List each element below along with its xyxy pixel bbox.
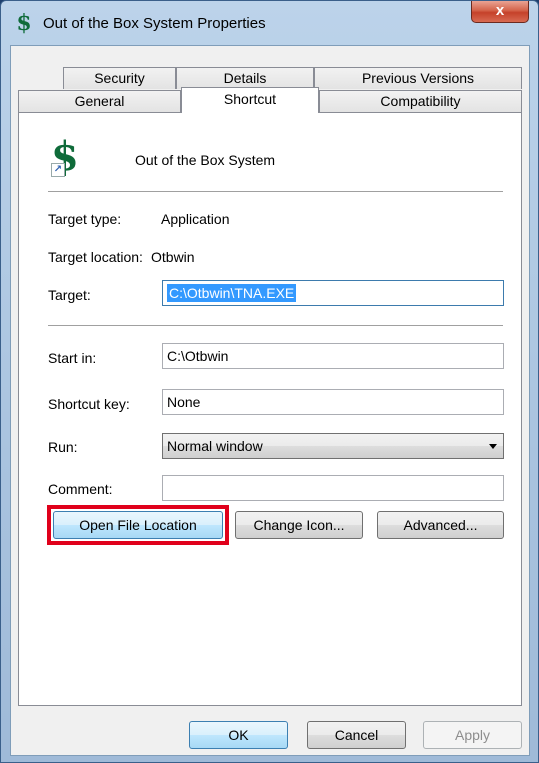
- target-input[interactable]: C:\Otbwin\TNA.EXE: [162, 280, 504, 306]
- start-in-label: Start in:: [48, 350, 97, 366]
- apply-button[interactable]: Apply: [423, 721, 522, 749]
- target-input-text: C:\Otbwin\TNA.EXE: [167, 284, 297, 302]
- tab-details[interactable]: Details: [176, 67, 314, 89]
- shortcut-arrow-icon: ↗: [51, 163, 65, 177]
- target-location-value: Otbwin: [151, 249, 195, 265]
- comment-label: Comment:: [48, 481, 113, 497]
- close-button[interactable]: x: [471, 1, 529, 23]
- run-dropdown-value: Normal window: [167, 438, 263, 454]
- tab-compatibility[interactable]: Compatibility: [319, 90, 522, 112]
- tab-previous-versions[interactable]: Previous Versions: [314, 67, 522, 89]
- change-icon-button[interactable]: Change Icon...: [235, 511, 363, 539]
- target-label: Target:: [48, 287, 91, 303]
- run-dropdown[interactable]: Normal window: [162, 433, 504, 459]
- target-type-value: Application: [161, 211, 230, 227]
- comment-input[interactable]: [162, 475, 504, 501]
- properties-window: $ Out of the Box System Properties x Sec…: [0, 0, 539, 763]
- start-in-input[interactable]: C:\Otbwin: [162, 343, 504, 369]
- separator-top: [48, 191, 503, 192]
- cancel-button[interactable]: Cancel: [307, 721, 406, 749]
- tab-security[interactable]: Security: [63, 67, 176, 89]
- dollar-shortcut-icon: $ ↗: [51, 133, 79, 180]
- chevron-down-icon: [489, 444, 497, 449]
- ok-button[interactable]: OK: [189, 721, 288, 749]
- advanced-button[interactable]: Advanced...: [377, 511, 504, 539]
- tab-shortcut[interactable]: Shortcut: [181, 87, 319, 113]
- separator-middle: [48, 325, 503, 326]
- title-bar[interactable]: $ Out of the Box System Properties x: [1, 1, 539, 45]
- shortcut-name: Out of the Box System: [135, 152, 276, 168]
- window-title: Out of the Box System Properties: [43, 15, 266, 32]
- shortcut-key-label: Shortcut key:: [48, 396, 130, 412]
- shortcut-tab-panel: $ ↗ Out of the Box System Target type: A…: [18, 112, 522, 706]
- open-file-location-button[interactable]: Open File Location: [53, 511, 223, 539]
- target-type-label: Target type:: [48, 211, 122, 227]
- tab-general[interactable]: General: [18, 90, 181, 112]
- run-label: Run:: [48, 439, 78, 455]
- dollar-app-icon: $: [16, 10, 32, 36]
- shortcut-key-input[interactable]: None: [162, 389, 504, 415]
- target-location-label: Target location:: [48, 249, 143, 265]
